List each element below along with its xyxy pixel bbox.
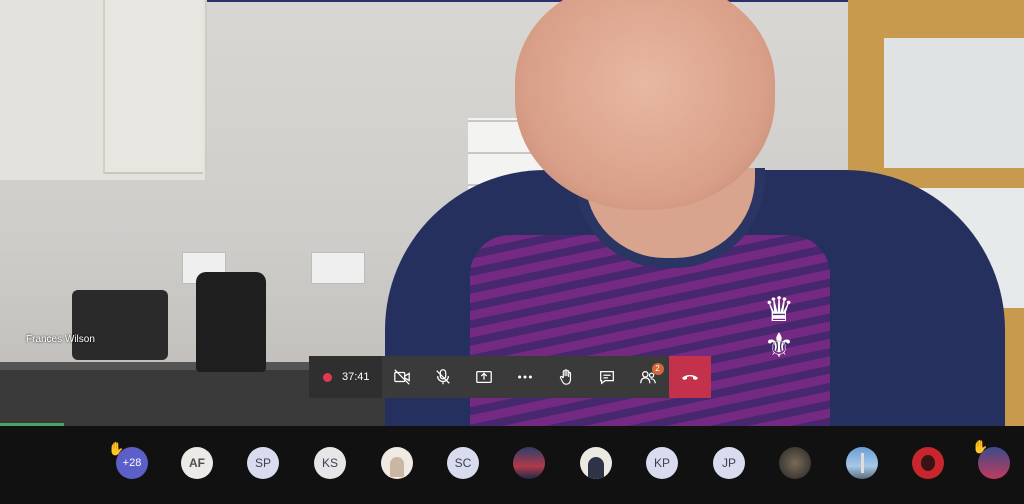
recording-indicator: 37:41 [309, 371, 382, 383]
participant-avatar[interactable]: AF [181, 447, 213, 479]
more-icon [518, 375, 532, 379]
participants-badge: 2 [651, 363, 664, 375]
speaker-name-label: Frances Wilson [26, 334, 95, 345]
participant-avatar-photo[interactable] [381, 447, 413, 479]
chat-icon [600, 370, 614, 385]
wall-socket [311, 252, 365, 284]
phone-hangup-icon [681, 375, 698, 380]
participant-avatar-photo[interactable] [513, 447, 545, 479]
recording-timer: 37:41 [342, 371, 370, 383]
share-button[interactable] [464, 356, 505, 398]
speaker-face [515, 0, 775, 210]
participant-avatar[interactable]: SP [247, 447, 279, 479]
video-off-icon [394, 369, 410, 385]
raise-hand-button[interactable] [546, 356, 587, 398]
kettle [196, 272, 266, 372]
background-cabinet [0, 0, 207, 180]
hand-icon [559, 369, 572, 385]
participant-avatar-photo[interactable] [580, 447, 612, 479]
chat-button[interactable] [587, 356, 628, 398]
participant-avatar[interactable]: JP [713, 447, 745, 479]
more-participants-button[interactable]: +28 [116, 447, 148, 479]
participant-avatar-photo[interactable] [978, 447, 1010, 479]
participant-avatar-photo[interactable] [846, 447, 878, 479]
mic-off-button[interactable] [423, 356, 464, 398]
three-lions-crest-icon: ♛ ⚜ [763, 291, 795, 365]
toaster [72, 290, 168, 360]
hang-up-button[interactable] [668, 356, 711, 398]
record-dot-icon [323, 372, 332, 382]
call-control-bar: 37:41 2 [309, 356, 711, 398]
participant-avatar-photo[interactable] [912, 447, 944, 479]
camera-off-button[interactable] [382, 356, 423, 398]
participant-avatar[interactable]: SC [447, 447, 479, 479]
mic-off-icon [436, 369, 450, 385]
share-icon [476, 370, 492, 384]
more-button[interactable] [505, 356, 546, 398]
participant-avatar[interactable]: KS [314, 447, 346, 479]
participants-button[interactable]: 2 [628, 356, 669, 398]
participant-avatar[interactable]: KP [646, 447, 678, 479]
participant-avatar-photo[interactable] [779, 447, 811, 479]
